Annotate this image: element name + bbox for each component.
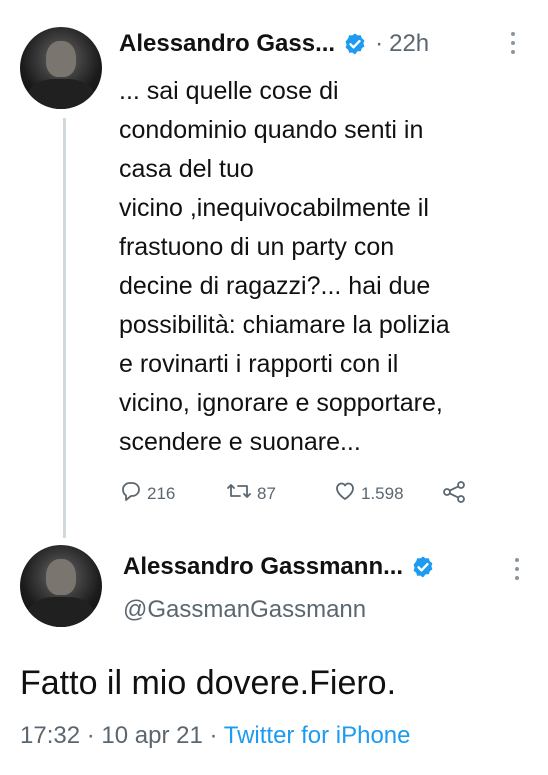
avatar[interactable] bbox=[20, 27, 102, 109]
verified-badge-icon bbox=[411, 555, 435, 579]
more-vertical-icon[interactable] bbox=[512, 556, 522, 586]
more-vertical-icon[interactable] bbox=[508, 30, 518, 60]
tweet-footer: 17:32 · 10 apr 21 · Twitter for iPhone bbox=[20, 722, 410, 750]
author-name[interactable]: Alessandro Gass... bbox=[119, 30, 335, 58]
tweet-source-link[interactable]: Twitter for iPhone bbox=[224, 722, 411, 749]
retweet-button[interactable]: 87 bbox=[225, 480, 276, 507]
time-ago[interactable]: 22h bbox=[389, 30, 429, 58]
tweet-text: ... sai quelle cose di condominio quando… bbox=[119, 77, 450, 456]
avatar-face bbox=[46, 559, 76, 595]
separator: · bbox=[209, 722, 218, 749]
separator: · bbox=[375, 30, 384, 57]
reply-count: 216 bbox=[147, 483, 176, 503]
like-button[interactable]: 1.598 bbox=[333, 480, 404, 507]
tweet-time[interactable]: 17:32 bbox=[20, 722, 80, 749]
author-name[interactable]: Alessandro Gassmann... bbox=[123, 553, 403, 581]
reply-button[interactable]: 216 bbox=[119, 480, 175, 507]
verified-badge-icon bbox=[343, 32, 367, 56]
author-handle[interactable]: @GassmanGassmann bbox=[123, 596, 366, 624]
retweet-icon bbox=[225, 480, 257, 507]
share-button[interactable] bbox=[441, 480, 471, 509]
tweet-header: Alessandro Gassmann... bbox=[123, 553, 435, 581]
avatar[interactable] bbox=[20, 545, 102, 627]
avatar-face bbox=[46, 41, 76, 77]
reply-icon bbox=[119, 480, 147, 507]
tweet-actions: 216 87 1.598 bbox=[119, 478, 479, 508]
like-count: 1.598 bbox=[361, 483, 404, 503]
avatar-body bbox=[28, 597, 94, 627]
heart-icon bbox=[333, 480, 361, 507]
thread-line bbox=[63, 118, 66, 538]
tweet-date[interactable]: 10 apr 21 bbox=[101, 722, 202, 749]
share-icon bbox=[441, 480, 471, 509]
avatar-body bbox=[28, 79, 94, 109]
retweet-count: 87 bbox=[257, 483, 276, 503]
separator: · bbox=[86, 722, 95, 749]
tweet-header: Alessandro Gass... · 22h bbox=[119, 30, 429, 58]
tweet-text: Fatto il mio dovere.Fiero. bbox=[20, 664, 397, 702]
